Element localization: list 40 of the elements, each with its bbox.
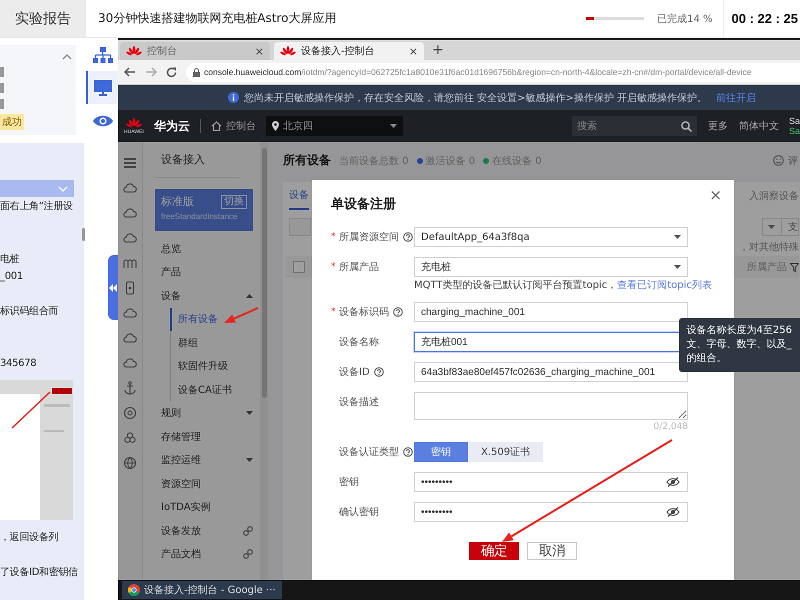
report-text: _001 [0,271,24,283]
report-text: ，返回设备列 [0,532,60,544]
sidebar-title: 设备接入 [155,152,239,178]
column-header: 所属产品 [747,260,787,274]
status-badge: 成功 [0,114,24,130]
field-label: 设备标识码 [339,306,389,319]
course-title: 30分钟快速搭建物联网充电桩Astro大屏应用 [98,10,338,27]
notice-text: 您尚未开启敏感操作保护，存在安全风险，请您前往 安全设置>敏感操作>操作保护 开启敏感操作保护。 [244,92,708,104]
report-text: 了设备ID和密钥信 [0,567,79,579]
report-text: 面右上角“注册设 [0,201,74,213]
brand-name: 华为云 [154,118,190,134]
page-title: 所有设备 [283,152,331,169]
required-mark: * [331,307,336,317]
report-text: 345678 [0,358,38,370]
device-count: 当前设备总数 0 [339,154,409,168]
tooltip-text: 文、字母、数字、以及_ [686,338,792,352]
field-label: 所属资源空间 [339,230,399,244]
timer: 00 : 22 : 25 [722,0,800,37]
background-text: ，对其他特殊 [739,240,799,254]
tooltip-text: 的组合。 [686,352,728,366]
required-mark: * [331,232,336,242]
report-text: 电桩 [0,254,20,266]
field-label: 密钥 [339,476,359,489]
progress-label: 已完成14 % [657,12,712,26]
instance-id: freeStandardInstance [161,212,238,221]
field-label: 确认密钥 [339,506,379,519]
required-mark: * [331,262,336,272]
field-label: 设备名称 [339,336,379,349]
field-label: 设备认证类型 [339,446,399,459]
dialog-title: 单设备注册 [331,196,397,214]
instance-name: 标准版 [161,194,194,209]
field-label: 设备ID [339,366,370,379]
background-text: 入洞察设备 [749,190,799,203]
device-count: 激活设备 0 [426,154,476,168]
field-label: 设备描述 [339,396,379,409]
field-label: 所属产品 [339,260,379,274]
tooltip-text: 设备名称长度为4至256 [686,324,792,338]
device-count: 在线设备 0 [492,154,542,168]
report-text: 标识码组合而 [0,306,60,318]
character-counter: 0/2,048 [652,422,688,432]
